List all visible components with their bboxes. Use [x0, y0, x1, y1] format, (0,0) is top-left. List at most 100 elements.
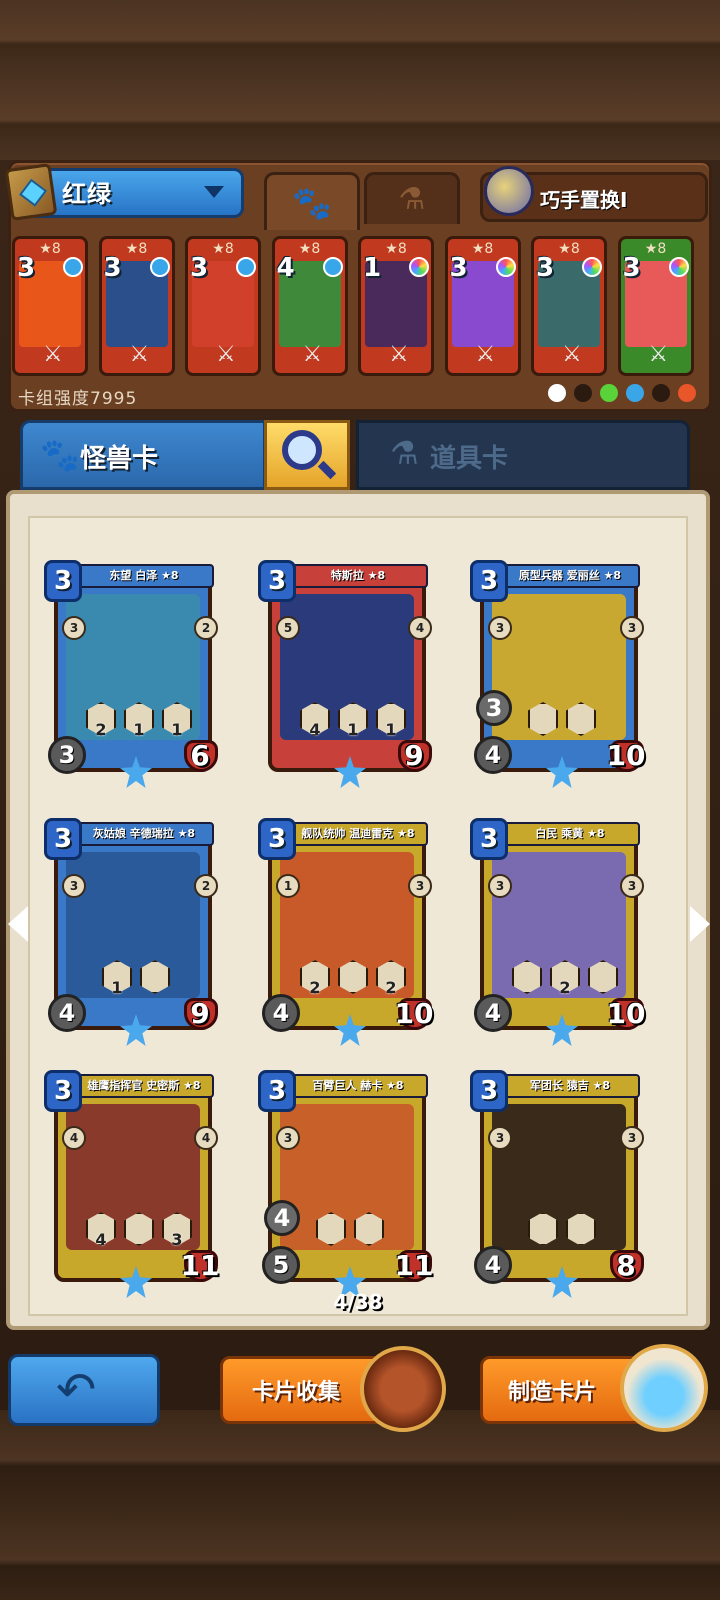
deck-card[interactable]: ★8 3 ⚔	[617, 236, 694, 376]
card-right-stat: 4	[194, 1126, 218, 1150]
card-attack: 3	[48, 736, 86, 774]
monster-card[interactable]: 白民 乘黄 ★8 3 3 2 3 10 4	[470, 818, 645, 1046]
sword-icon: ⚔	[562, 342, 582, 367]
deck-power: 卡组强度7995	[18, 389, 138, 409]
card-art	[280, 1104, 414, 1250]
deck-card[interactable]: ★8 3 ⚔	[98, 236, 175, 376]
element-gem-icon	[149, 257, 170, 277]
sword-icon: ⚔	[648, 342, 669, 367]
card-cost: 3	[258, 818, 296, 860]
card-attack: 4	[474, 1246, 512, 1284]
card-hp: 9	[190, 997, 210, 1030]
sword-icon: ⚔	[43, 342, 63, 367]
page-counter: 4/38	[333, 1290, 383, 1314]
card-left-stat: 1	[276, 874, 300, 898]
element-icon[interactable]	[600, 384, 618, 402]
card-hp: 10	[606, 997, 646, 1030]
card-right-stat: 3	[620, 1126, 644, 1150]
element-icon[interactable]	[678, 384, 696, 402]
element-gem-icon	[582, 257, 602, 277]
deck-card[interactable]: ★8 3 ⚔	[444, 236, 521, 376]
monster-card[interactable]: 东望 白泽 ★8 3 2 2 1 1 3 6 3	[44, 560, 218, 788]
skill-value: 2	[95, 720, 107, 739]
monster-card[interactable]: 灰姑娘 辛德瑞拉 ★8 3 2 1 3 9 4	[44, 818, 218, 1046]
paw-icon: 🐾	[292, 183, 332, 222]
deck-card[interactable]: ★8 1 ⚔	[358, 236, 434, 376]
card-cost: 3	[44, 818, 82, 860]
card-right-stat: 2	[194, 616, 218, 640]
card-art	[492, 594, 626, 740]
flask-icon: ⚗	[398, 182, 426, 217]
deck-card[interactable]: ★8 3 ⚔	[185, 236, 261, 376]
element-icon[interactable]	[548, 384, 566, 402]
card-name: 原型兵器 爱丽丝 ★8	[500, 564, 640, 588]
element-gem-icon	[236, 257, 256, 277]
card-name: 雄鹰指挥官 史密斯 ★8	[74, 1074, 214, 1098]
card-name: 灰姑娘 辛德瑞拉 ★8	[74, 822, 214, 846]
card-right-stat: 2	[194, 874, 218, 898]
card-attack: 4	[474, 994, 512, 1032]
element-icon[interactable]	[626, 384, 644, 402]
chevron-down-icon[interactable]	[204, 186, 224, 198]
card-right-stat: 3	[408, 874, 432, 898]
element-gem-icon	[668, 257, 689, 277]
paw-icon: 🐾	[40, 436, 80, 474]
element-icon[interactable]	[652, 384, 670, 402]
monster-card[interactable]: 舰队统帅 温迪雷克 ★8 1 3 2 2 3 10 4	[258, 818, 433, 1046]
card-attack: 5	[262, 1246, 300, 1284]
element-gem-icon	[322, 257, 343, 277]
card-hp: 6	[190, 739, 210, 772]
card-hp: 11	[180, 1249, 220, 1282]
card-art	[492, 1104, 626, 1250]
card-hp: 8	[616, 1249, 636, 1282]
card-cost: 3	[449, 253, 468, 283]
deck-card[interactable]: ★8 3 ⚔	[12, 236, 88, 376]
back-arrow-icon: ↶	[56, 1362, 97, 1418]
craft-potion-icon	[620, 1344, 708, 1432]
card-name: 白民 乘黄 ★8	[500, 822, 640, 846]
skill-value: 2	[309, 978, 321, 997]
monster-card[interactable]: 原型兵器 爱丽丝 ★8 3 3 3 10 4 3	[470, 560, 645, 788]
card-cost: 3	[103, 253, 122, 283]
monster-card[interactable]: 百臂巨人 赫卡 ★8 3 3 11 5 4	[258, 1070, 433, 1298]
tab-item-label: 道具卡	[430, 444, 509, 474]
card-collection-label: 卡片收集	[252, 1380, 341, 1405]
card-left-stat: 3	[276, 1126, 300, 1150]
card-cost: 3	[17, 253, 36, 283]
card-cost: 4	[276, 253, 295, 283]
card-cost: 3	[44, 560, 82, 602]
sword-icon: ⚔	[302, 342, 323, 367]
sword-icon: ⚔	[129, 342, 150, 367]
skill-value: 1	[133, 720, 145, 739]
skill-value: 2	[559, 978, 571, 997]
card-hp: 10	[394, 997, 434, 1030]
card-collection-icon	[360, 1346, 446, 1432]
card-name: 舰队统帅 温迪雷克 ★8	[288, 822, 428, 846]
monster-card[interactable]: 军团长 猿吉 ★8 3 3 3 8 4	[470, 1070, 644, 1298]
craft-card-label: 制造卡片	[508, 1380, 597, 1405]
flask-icon: ⚗	[390, 434, 419, 472]
deck-card[interactable]: ★8 4 ⚔	[271, 236, 348, 376]
card-hp: 9	[404, 739, 424, 772]
monster-card[interactable]: 特斯拉 ★8 5 4 4 1 1 3 9	[258, 560, 432, 788]
deck-name: 红绿	[62, 180, 112, 208]
prev-page-arrow-icon[interactable]	[8, 906, 28, 942]
monster-card[interactable]: 雄鹰指挥官 史密斯 ★8 4 4 4 3 3 11	[44, 1070, 219, 1298]
card-extra-stat: 3	[476, 690, 512, 726]
swap-skill-icon	[484, 166, 534, 216]
card-name: 特斯拉 ★8	[288, 564, 428, 588]
card-art	[66, 852, 200, 998]
deck-tab-item[interactable]: ⚗	[364, 172, 460, 224]
card-attack: 4	[474, 736, 512, 774]
deck-card[interactable]: ★8 3 ⚔	[531, 236, 607, 376]
next-page-arrow-icon[interactable]	[690, 906, 710, 942]
element-gem-icon	[409, 257, 429, 277]
element-filter-icons	[548, 384, 696, 402]
wood-background-top	[0, 0, 720, 160]
card-cost: 3	[44, 1070, 82, 1112]
element-icon[interactable]	[574, 384, 592, 402]
card-cost: 3	[536, 253, 555, 283]
card-left-stat: 3	[488, 874, 512, 898]
sword-icon: ⚔	[475, 342, 496, 367]
deck-tab-monster[interactable]: 🐾	[264, 172, 360, 230]
